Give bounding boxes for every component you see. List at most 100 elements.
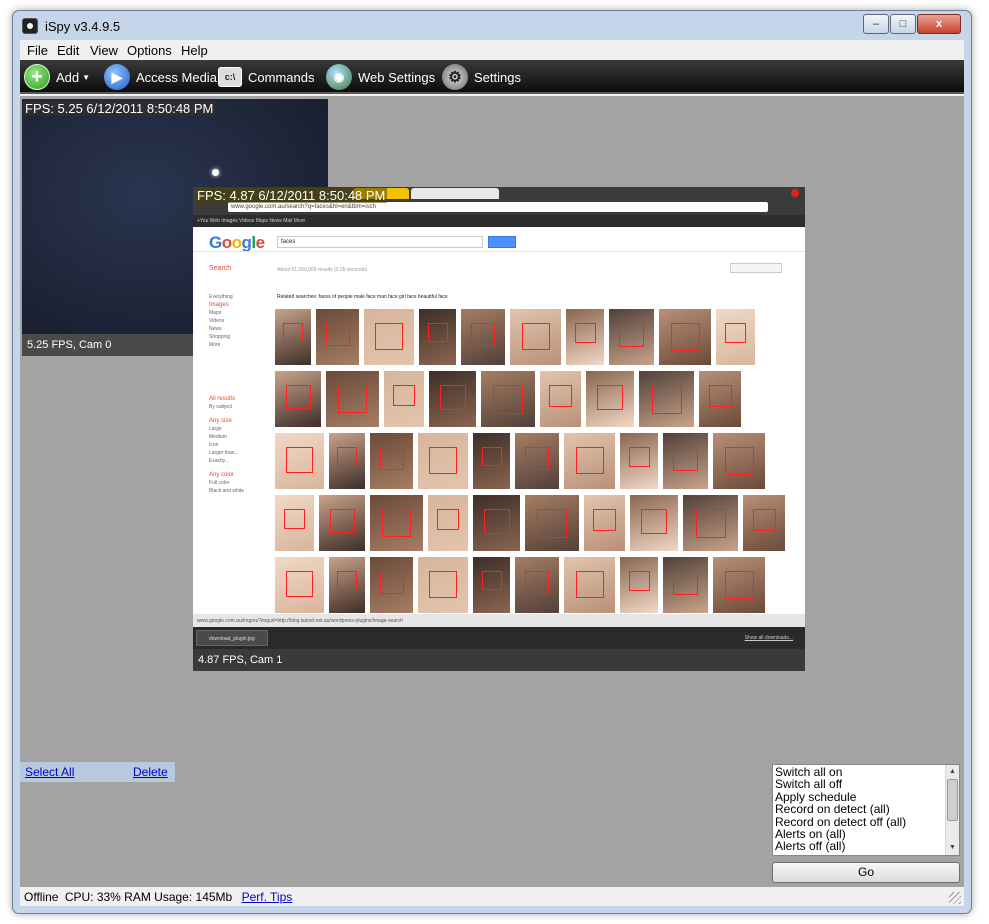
face-detection-box bbox=[696, 509, 726, 538]
status-usage: CPU: 33% RAM Usage: 145Mb bbox=[64, 890, 233, 904]
light-spot bbox=[212, 169, 219, 176]
face-thumbnail bbox=[329, 433, 365, 489]
go-button[interactable]: Go bbox=[772, 862, 960, 883]
settings-button[interactable]: ⚙ Settings bbox=[442, 63, 521, 91]
close-button[interactable]: x bbox=[917, 14, 961, 34]
face-thumbnail bbox=[515, 557, 559, 613]
menu-help[interactable]: Help bbox=[181, 43, 208, 58]
face-detection-box bbox=[522, 323, 550, 350]
left-nav-item: Maps bbox=[209, 310, 222, 316]
face-thumbnail bbox=[743, 495, 785, 551]
face-detection-box bbox=[337, 447, 357, 466]
select-all-link[interactable]: Select All bbox=[25, 765, 74, 779]
face-detection-box bbox=[283, 323, 303, 342]
face-thumbnail bbox=[428, 495, 468, 551]
face-thumbnail bbox=[316, 309, 359, 365]
face-thumbnail bbox=[515, 433, 559, 489]
scroll-up-icon[interactable]: ▲ bbox=[946, 766, 959, 778]
face-detection-box bbox=[671, 323, 700, 351]
camera-footer-cam1: 4.87 FPS, Cam 1 bbox=[193, 649, 805, 671]
face-detection-box bbox=[286, 447, 313, 473]
face-thumbnail bbox=[473, 495, 520, 551]
face-thumbnail bbox=[473, 557, 510, 613]
camera-window-cam1[interactable]: www.google.com.au/search?q=faces&hl=en&t… bbox=[193, 187, 805, 671]
list-scrollbar[interactable]: ▲ ▼ bbox=[945, 765, 959, 855]
face-thumbnail bbox=[713, 433, 765, 489]
menu-edit[interactable]: Edit bbox=[57, 43, 79, 58]
face-detection-box bbox=[597, 385, 623, 410]
face-thumbnail bbox=[566, 309, 604, 365]
face-detection-box bbox=[326, 323, 350, 346]
menu-file[interactable]: File bbox=[27, 43, 48, 58]
face-detection-box bbox=[429, 571, 457, 598]
face-detection-box bbox=[429, 447, 457, 474]
face-detection-box bbox=[393, 385, 415, 406]
face-detection-box bbox=[641, 509, 667, 534]
access-media-button[interactable]: ▶ Access Media▼ bbox=[104, 63, 228, 91]
left-filter-item: Icon bbox=[209, 442, 219, 448]
download-bar: download_plugin.jpg Show all downloads..… bbox=[193, 627, 805, 649]
face-detection-box bbox=[380, 571, 404, 594]
left-filters: All results By subject Any size Large Me… bbox=[209, 395, 244, 495]
face-detection-box bbox=[725, 571, 754, 599]
face-detection-box bbox=[337, 571, 357, 590]
play-icon: ▶ bbox=[104, 64, 130, 90]
face-thumbnail bbox=[510, 309, 561, 365]
face-detection-box bbox=[576, 571, 604, 598]
left-filter-item: Large bbox=[209, 426, 222, 432]
face-detection-box bbox=[286, 571, 313, 597]
face-detection-box bbox=[437, 509, 459, 530]
face-thumbnail bbox=[473, 433, 510, 489]
add-button[interactable]: + Add ▼ bbox=[24, 63, 90, 91]
gear-icon: ⚙ bbox=[442, 64, 468, 90]
face-detection-box bbox=[549, 385, 572, 407]
face-thumbnail bbox=[620, 433, 658, 489]
scroll-thumb[interactable] bbox=[947, 779, 958, 821]
face-thumbnail bbox=[663, 557, 708, 613]
face-detection-box bbox=[673, 447, 698, 471]
face-thumbnail bbox=[384, 371, 424, 427]
face-thumbnail bbox=[370, 557, 413, 613]
record-dot-icon bbox=[791, 189, 799, 197]
face-detection-box bbox=[525, 571, 549, 594]
command-item[interactable]: Switch all off bbox=[775, 778, 959, 791]
face-thumbnail bbox=[275, 371, 321, 427]
perf-tips-link[interactable]: Perf. Tips bbox=[242, 890, 293, 904]
face-thumbnail bbox=[370, 495, 423, 551]
menu-view[interactable]: View bbox=[90, 43, 118, 58]
face-thumbnail bbox=[639, 371, 694, 427]
title-bar[interactable]: iSpy v3.4.9.5 – □ x bbox=[13, 11, 971, 41]
face-detection-box bbox=[619, 323, 644, 347]
face-thumbnail bbox=[481, 371, 535, 427]
command-item[interactable]: Record on detect (all) bbox=[775, 803, 959, 816]
minimize-button[interactable]: – bbox=[863, 14, 889, 34]
face-detection-box bbox=[575, 323, 596, 343]
google-logo: Google bbox=[209, 233, 265, 252]
resize-grip[interactable] bbox=[949, 892, 961, 904]
left-filter-item: Black and white bbox=[209, 488, 245, 494]
divider bbox=[193, 251, 805, 252]
browser-address-bar: www.google.com.au/search?q=faces&hl=en&t… bbox=[228, 202, 768, 212]
command-list[interactable]: Switch all on Switch all off Apply sched… bbox=[772, 764, 960, 856]
left-filter-item: Exactly... bbox=[209, 458, 229, 464]
command-item[interactable]: Alerts off (all) bbox=[775, 840, 959, 853]
face-detection-box bbox=[338, 385, 367, 413]
maximize-button[interactable]: □ bbox=[890, 14, 916, 34]
download-item: download_plugin.jpg bbox=[196, 630, 268, 646]
commands-button[interactable]: c:\ Commands bbox=[218, 63, 314, 91]
delete-link[interactable]: Delete bbox=[133, 765, 168, 779]
face-detection-box bbox=[709, 385, 732, 407]
left-filter-item: By subject bbox=[209, 404, 233, 410]
web-settings-button[interactable]: ◉ Web Settings bbox=[326, 63, 435, 91]
menu-options[interactable]: Options bbox=[127, 43, 172, 58]
scroll-down-icon[interactable]: ▼ bbox=[946, 842, 959, 854]
left-nav-item: More bbox=[209, 342, 221, 348]
show-all-downloads: Show all downloads... bbox=[744, 635, 793, 641]
face-thumbnail bbox=[461, 309, 505, 365]
left-nav-item: Shopping bbox=[209, 334, 231, 340]
related-searches: Related searches: faces of people male f… bbox=[277, 294, 448, 300]
face-thumbnail bbox=[275, 433, 324, 489]
face-thumbnail bbox=[716, 309, 755, 365]
face-detection-box bbox=[330, 509, 355, 533]
face-thumbnail bbox=[418, 557, 468, 613]
